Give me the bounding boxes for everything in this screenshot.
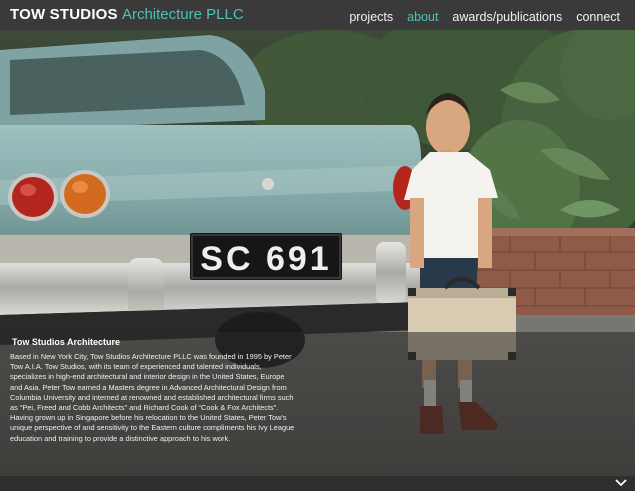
- nav-awards-publications[interactable]: awards/publications: [452, 9, 562, 25]
- site-logo[interactable]: TOW STUDIOS Architecture PLLC: [10, 6, 244, 24]
- main-nav: projects about awards/publications conne…: [349, 9, 620, 25]
- brand-subtitle: Architecture PLLC: [121, 6, 244, 23]
- license-plate-text: SC 691: [200, 240, 331, 278]
- site-header: TOW STUDIOS Architecture PLLC projects a…: [0, 0, 635, 30]
- caption-title: Tow Studios Architecture: [12, 337, 121, 347]
- nav-projects[interactable]: projects: [349, 9, 393, 25]
- nav-about[interactable]: about: [407, 9, 438, 25]
- caption-body: Based in New York City, Tow Studios Arch…: [10, 352, 295, 443]
- footer-bar: [0, 476, 635, 491]
- chevron-down-icon[interactable]: [615, 478, 627, 488]
- nav-connect[interactable]: connect: [576, 9, 620, 25]
- brand-name: TOW STUDIOS: [10, 6, 118, 23]
- about-caption: Tow Studios Architecture Based in New Yo…: [0, 332, 635, 476]
